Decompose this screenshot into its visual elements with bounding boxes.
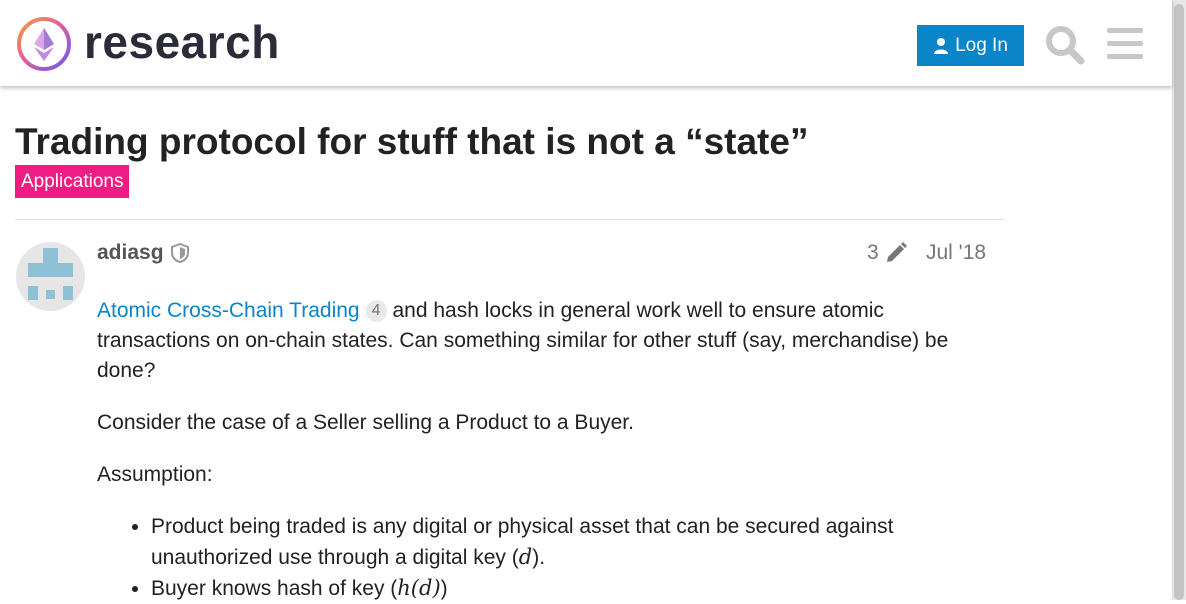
pencil-icon[interactable] xyxy=(884,241,908,265)
shield-icon xyxy=(170,242,190,264)
paragraph: Atomic Cross-Chain Trading 4 and hash lock… xyxy=(97,296,997,386)
site-name[interactable]: research xyxy=(84,14,280,70)
post-date[interactable]: Jul '18 xyxy=(926,239,986,267)
site-logo-icon[interactable] xyxy=(16,16,72,72)
paragraph: Assumption: xyxy=(97,463,213,486)
login-button[interactable]: Log In xyxy=(917,25,1024,66)
post-body: Atomic Cross-Chain Trading 4 and hash lock… xyxy=(97,296,997,604)
menu-icon xyxy=(1107,28,1143,59)
category-badge[interactable]: Applications xyxy=(15,165,130,198)
search-icon xyxy=(1046,26,1085,65)
list-item: Buyer knows hash of key (h(d)) xyxy=(151,573,997,604)
edit-count[interactable]: 3 xyxy=(867,239,879,267)
paragraph: Consider the case of a Seller selling a … xyxy=(97,411,634,434)
onebox-link[interactable]: Atomic Cross-Chain Trading xyxy=(97,299,360,322)
math-expression: d xyxy=(518,545,533,569)
list-item: Product being traded is any digital or p… xyxy=(151,512,997,573)
post-author[interactable]: adiasg xyxy=(97,239,164,267)
divider xyxy=(15,219,1004,220)
click-count-badge: 4 xyxy=(365,300,387,322)
topic-title[interactable]: Trading protocol for stuff that is not a… xyxy=(15,118,808,166)
avatar[interactable] xyxy=(16,242,85,311)
bullet-list: Product being traded is any digital or p… xyxy=(97,512,997,604)
site-header: research Log In xyxy=(0,0,1172,86)
math-expression: h(d) xyxy=(397,576,441,600)
scrollbar-thumb[interactable] xyxy=(1174,4,1184,600)
login-label: Log In xyxy=(955,34,1008,56)
hamburger-menu-button[interactable] xyxy=(1106,26,1144,62)
search-button[interactable] xyxy=(1044,24,1086,66)
user-icon xyxy=(934,37,949,54)
